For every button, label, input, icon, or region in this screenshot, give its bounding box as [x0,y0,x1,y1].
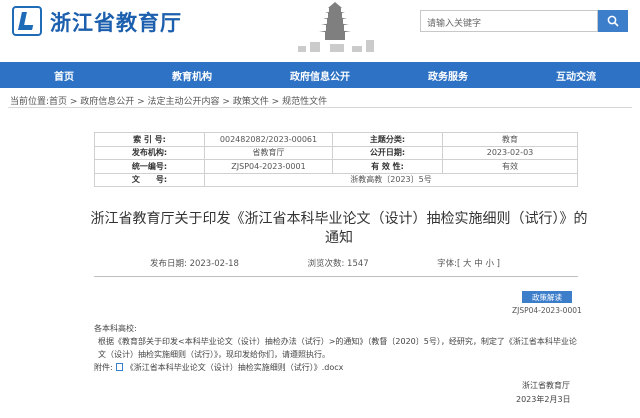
meta-label: 有 效 性: [333,160,443,174]
search-icon [607,15,619,27]
logo-icon[interactable] [12,6,42,36]
policy-interpretation-button[interactable]: 政策解读 [522,291,572,303]
signature: 浙江省教育厅 [522,380,570,391]
site-title[interactable]: 浙江省教育厅 [50,7,182,37]
search-button[interactable] [598,10,628,32]
divider [8,107,632,108]
nav-item-gov-info[interactable]: 政府信息公开 [256,62,384,88]
attachment-line: 附件: 《浙江省本科毕业论文（设计）抽检实施细则（试行）》.docx [94,361,584,374]
nav-item-institutions[interactable]: 教育机构 [128,62,256,88]
divider [94,276,578,277]
meta-value: 教育 [443,133,578,147]
body-paragraph: 根据《教育部关于印发<本科毕业论文（设计）抽检办法（试行）>的通知》（教督〔20… [94,335,584,361]
meta-value: 002482082/2023-00061 [205,133,333,147]
pagoda-banner-icon [290,0,380,62]
file-icon [116,363,123,371]
search-input[interactable]: 请输入关键字 [420,10,598,32]
font-size-switcher[interactable]: 字体:[ 大 中 小 ] [437,257,500,269]
addressee: 各本科高校: [94,322,584,335]
breadcrumb[interactable]: 当前位置:首页 > 政府信息公开 > 法定主动公开内容 > 政策文件 > 规范性… [10,94,327,107]
meta-value: 省教育厅 [205,146,333,160]
site-header: 浙江省教育厅 请输入关键字 [0,0,640,62]
signature-date: 2023年2月3日 [516,394,571,405]
nav-item-interaction[interactable]: 互动交流 [512,62,640,88]
meta-label: 索 引 号: [95,133,205,147]
meta-label: 统一编号: [95,160,205,174]
meta-value: ZJSP04-2023-0001 [205,160,333,174]
attachment-label: 附件: [94,363,113,372]
nav-item-home[interactable]: 首页 [0,62,128,88]
meta-value: 2023-02-03 [443,146,578,160]
document-title: 浙江省教育厅关于印发《浙江省本科毕业论文（设计）抽检实施细则（试行）》的通知 [84,210,594,248]
main-nav: 首页 教育机构 政府信息公开 政务服务 互动交流 [0,62,640,88]
document-number: ZJSP04-2023-0001 [512,306,582,315]
view-count: 浏览次数: 1547 [307,257,368,269]
nav-item-services[interactable]: 政务服务 [384,62,512,88]
meta-value: 浙教高教〔2023〕5号 [205,173,578,187]
meta-label: 文 号: [95,173,205,187]
document-body: 各本科高校: 根据《教育部关于印发<本科毕业论文（设计）抽检办法（试行）>的通知… [94,322,584,374]
meta-label: 主题分类: [333,133,443,147]
publish-date: 发布日期: 2023-02-18 [150,257,239,269]
attachment-link[interactable]: 《浙江省本科毕业论文（设计）抽检实施细则（试行）》.docx [126,363,344,372]
meta-label: 公开日期: [333,146,443,160]
meta-value: 有效 [443,160,578,174]
meta-label: 发布机构: [95,146,205,160]
document-meta-table: 索 引 号: 002482082/2023-00061 主题分类: 教育 发布机… [94,132,578,187]
publish-info: 发布日期: 2023-02-18 浏览次数: 1547 字体:[ 大 中 小 ] [150,257,500,269]
